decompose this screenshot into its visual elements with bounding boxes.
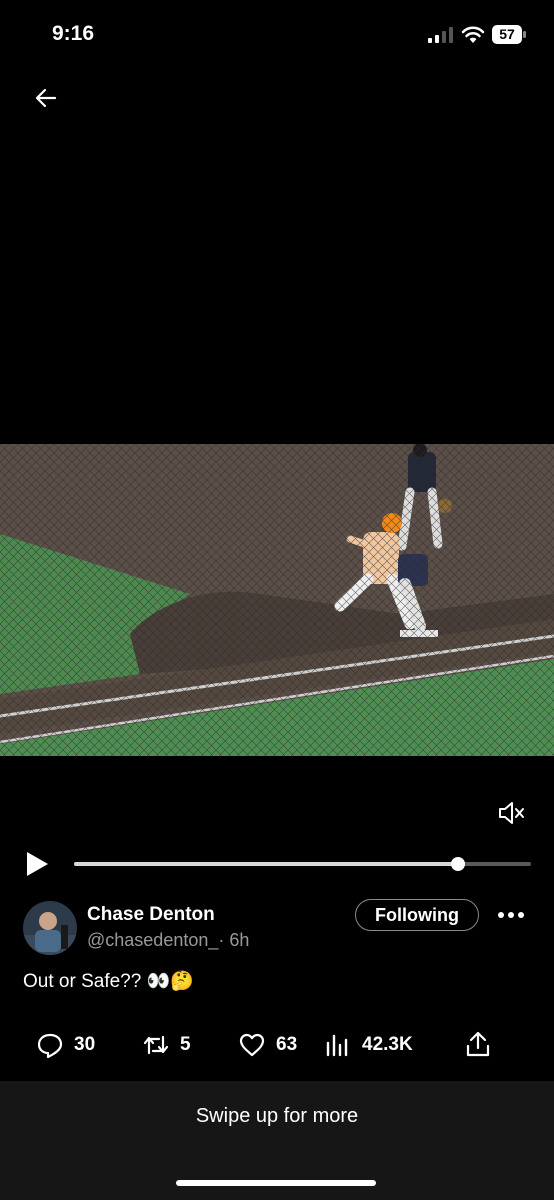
reply-icon [37,1033,63,1059]
like-count: 63 [276,1034,298,1055]
post-age: · 6h [218,930,250,950]
video-scrubber-handle[interactable] [450,857,465,871]
reply-count: 30 [74,1034,96,1055]
tweet-text: Out or Safe?? 👀🤔 [23,971,194,992]
back-arrow-icon[interactable] [34,86,58,110]
battery-indicator: 57 [492,25,526,44]
more-options-icon[interactable] [497,905,525,925]
like-button[interactable]: 63 [238,1031,297,1059]
battery-level: 57 [499,26,515,42]
share-icon[interactable] [465,1030,491,1058]
video-progress-fill [74,862,458,866]
video-frame[interactable] [0,444,554,756]
swipe-up-label: Swipe up for more [195,1105,359,1127]
views-chart-icon [326,1034,348,1057]
status-time: 9:16 [52,22,95,45]
video-progress-bar[interactable] [74,857,531,871]
author-handle-line: @chasedenton_· 6h [87,930,249,951]
wifi-icon [461,26,485,43]
avatar-image [23,901,77,955]
home-indicator[interactable] [176,1180,376,1186]
following-button[interactable]: Following [355,899,479,931]
mute-icon[interactable] [497,800,525,826]
view-count: 42.3K [362,1034,413,1055]
play-icon[interactable] [24,850,50,878]
repost-count: 5 [180,1034,191,1055]
author-name[interactable]: Chase Denton [87,904,215,926]
heart-icon [239,1033,265,1057]
repost-button[interactable]: 5 [142,1031,191,1059]
views-button[interactable]: 42.3K [324,1031,413,1059]
reply-button[interactable]: 30 [36,1031,95,1059]
cellular-signal-icon [428,27,453,43]
author-handle[interactable]: @chasedenton_ [87,930,218,950]
repost-icon [143,1035,169,1055]
avatar[interactable] [23,901,77,955]
